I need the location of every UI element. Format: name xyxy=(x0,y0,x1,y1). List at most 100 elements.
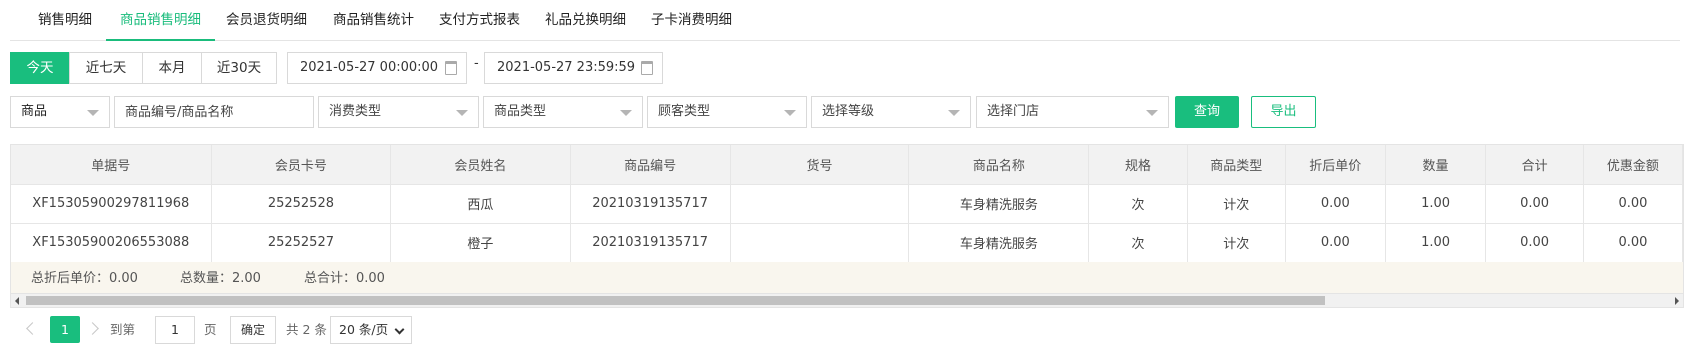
table-cell: 车身精洗服务 xyxy=(908,223,1090,263)
table-cell: 25252527 xyxy=(211,223,392,263)
column-header: 货号 xyxy=(730,145,910,185)
level-placeholder: 选择等级 xyxy=(822,104,875,119)
tab-member-return-detail[interactable]: 会员退货明细 xyxy=(212,0,321,41)
calendar-icon xyxy=(641,61,653,75)
table-cell: 次 xyxy=(1088,223,1188,263)
table-cell: 0.00 xyxy=(1285,184,1386,224)
table-cell: 西瓜 xyxy=(390,184,571,224)
column-header: 单据号 xyxy=(11,145,212,185)
consume-type-select[interactable]: 消费类型 xyxy=(318,96,479,128)
export-button[interactable]: 导出 xyxy=(1251,96,1316,128)
table-cell: 次 xyxy=(1088,184,1188,224)
horizontal-scrollbar[interactable] xyxy=(10,294,1684,308)
column-header: 商品名称 xyxy=(908,145,1090,185)
summary-unit-price: 总折后单价：0.00 xyxy=(31,271,138,286)
table-row[interactable]: XF15305900297811968 25252528 西瓜 20210319… xyxy=(11,184,1683,224)
query-button[interactable]: 查询 xyxy=(1175,96,1239,128)
table-cell xyxy=(730,184,910,224)
scroll-right-icon[interactable] xyxy=(1675,297,1679,305)
goto-page-input[interactable]: 1 xyxy=(155,316,195,344)
table-cell: 1.00 xyxy=(1385,223,1487,263)
product-type-select[interactable]: 商品类型 xyxy=(483,96,643,128)
page-size-value: 20 条/页 xyxy=(339,322,389,337)
sales-detail-table: 单据号 会员卡号 会员姓名 商品编号 货号 商品名称 规格 商品类型 折后单价 … xyxy=(10,144,1684,294)
start-date-input[interactable]: 2021-05-27 00:00:00 xyxy=(287,52,467,84)
tab-subcard-consumption-detail[interactable]: 子卡消费明细 xyxy=(637,0,746,41)
column-header: 商品类型 xyxy=(1187,145,1286,185)
column-header: 数量 xyxy=(1385,145,1487,185)
summary-quantity: 总数量：2.00 xyxy=(180,271,261,286)
table-cell: 橙子 xyxy=(390,223,571,263)
page-1-button[interactable]: 1 xyxy=(50,316,80,343)
chevron-down-icon xyxy=(394,324,405,335)
tab-product-sales-detail[interactable]: 商品销售明细 xyxy=(106,0,215,41)
range-today-button[interactable]: 今天 xyxy=(10,52,70,84)
page-size-select[interactable]: 20 条/页 xyxy=(330,316,412,344)
end-date-value: 2021-05-27 23:59:59 xyxy=(497,60,636,75)
consume-type-placeholder: 消费类型 xyxy=(329,104,382,119)
customer-type-select[interactable]: 顾客类型 xyxy=(647,96,807,128)
pagination: 1 到第 1 页 确定 共 2 条 20 条/页 xyxy=(10,316,710,344)
customer-type-placeholder: 顾客类型 xyxy=(658,104,711,119)
table-cell: 1.00 xyxy=(1385,184,1487,224)
column-header: 优惠金额 xyxy=(1583,145,1683,185)
date-separator: - xyxy=(474,56,479,71)
table-cell: 25252528 xyxy=(211,184,392,224)
caret-down-icon xyxy=(948,110,960,116)
store-select[interactable]: 选择门店 xyxy=(976,96,1169,128)
start-date-value: 2021-05-27 00:00:00 xyxy=(300,60,439,75)
range-30days-button[interactable]: 近30天 xyxy=(201,52,277,84)
column-header: 会员卡号 xyxy=(211,145,392,185)
goto-label: 到第 xyxy=(110,322,136,337)
search-input[interactable] xyxy=(114,96,314,128)
table-cell: 0.00 xyxy=(1485,184,1584,224)
table-cell: XF15305900297811968 xyxy=(11,184,212,224)
calendar-icon xyxy=(445,61,457,75)
search-type-select[interactable]: 商品 xyxy=(10,96,110,128)
table-summary-row: 总折后单价：0.00 总数量：2.00 总合计：0.00 xyxy=(11,262,1683,293)
scroll-left-icon[interactable] xyxy=(15,297,19,305)
table-cell: 车身精洗服务 xyxy=(908,184,1090,224)
table-cell: 计次 xyxy=(1187,184,1286,224)
end-date-input[interactable]: 2021-05-27 23:59:59 xyxy=(484,52,663,84)
column-header: 合计 xyxy=(1485,145,1584,185)
total-count: 共 2 条 xyxy=(286,322,327,337)
caret-down-icon xyxy=(1146,110,1158,116)
table-cell: 20210319135717 xyxy=(570,223,731,263)
column-header: 折后单价 xyxy=(1285,145,1386,185)
table-cell: 计次 xyxy=(1187,223,1286,263)
table-cell: 0.00 xyxy=(1583,184,1683,224)
table-cell: 0.00 xyxy=(1583,223,1683,263)
table-cell xyxy=(730,223,910,263)
page-unit-label: 页 xyxy=(204,322,217,337)
column-header: 商品编号 xyxy=(570,145,731,185)
caret-down-icon xyxy=(87,110,99,116)
goto-confirm-button[interactable]: 确定 xyxy=(230,316,276,344)
tab-payment-report[interactable]: 支付方式报表 xyxy=(425,0,534,41)
scrollbar-thumb[interactable] xyxy=(26,296,1325,305)
column-header: 会员姓名 xyxy=(390,145,571,185)
search-type-value: 商品 xyxy=(21,104,48,119)
store-placeholder: 选择门店 xyxy=(987,104,1040,119)
table-cell: XF15305900206553088 xyxy=(11,223,212,263)
table-cell: 0.00 xyxy=(1485,223,1584,263)
range-7days-button[interactable]: 近七天 xyxy=(69,52,143,84)
range-month-button[interactable]: 本月 xyxy=(142,52,202,84)
caret-down-icon xyxy=(456,110,468,116)
tab-sales-detail[interactable]: 销售明细 xyxy=(24,0,106,41)
next-page-icon[interactable] xyxy=(86,322,99,335)
caret-down-icon xyxy=(620,110,632,116)
summary-total: 总合计：0.00 xyxy=(304,271,385,286)
level-select[interactable]: 选择等级 xyxy=(811,96,971,128)
table-row[interactable]: XF15305900206553088 25252527 橙子 20210319… xyxy=(11,223,1683,263)
table-header-row: 单据号 会员卡号 会员姓名 商品编号 货号 商品名称 规格 商品类型 折后单价 … xyxy=(11,145,1683,185)
table-cell: 20210319135717 xyxy=(570,184,731,224)
report-tabs: 销售明细 商品销售明细 会员退货明细 商品销售统计 支付方式报表 礼品兑换明细 … xyxy=(10,0,1680,41)
column-header: 规格 xyxy=(1088,145,1188,185)
tab-product-sales-stats[interactable]: 商品销售统计 xyxy=(319,0,428,41)
prev-page-icon[interactable] xyxy=(26,322,39,335)
caret-down-icon xyxy=(784,110,796,116)
tab-gift-exchange-detail[interactable]: 礼品兑换明细 xyxy=(531,0,640,41)
table-cell: 0.00 xyxy=(1285,223,1386,263)
product-type-placeholder: 商品类型 xyxy=(494,104,547,119)
